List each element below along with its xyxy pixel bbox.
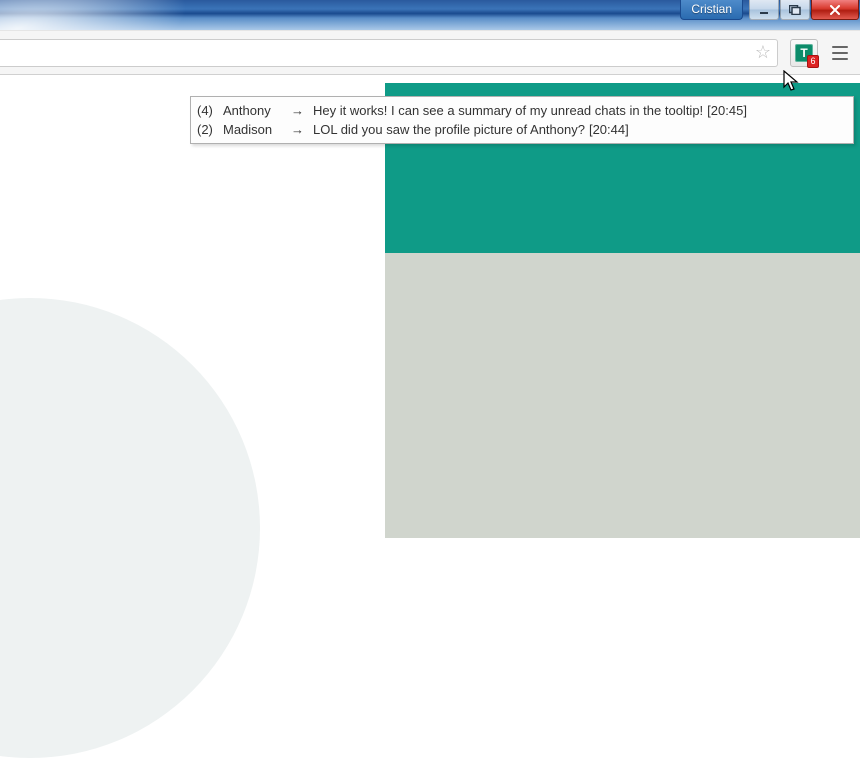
window-controls: Cristian xyxy=(680,0,860,20)
close-button[interactable] xyxy=(811,0,859,20)
page-content xyxy=(0,75,860,538)
chrome-menu-button[interactable] xyxy=(826,39,854,67)
arrow-right-icon: → xyxy=(291,101,309,120)
chrome-user-badge[interactable]: Cristian xyxy=(680,0,743,20)
tooltip-time: [20:44] xyxy=(589,120,629,139)
tooltip-time: [20:45] xyxy=(707,101,747,120)
mouse-cursor-icon xyxy=(783,70,801,99)
hamburger-icon xyxy=(832,46,848,48)
tooltip-row: (4) Anthony → Hey it works! I can see a … xyxy=(197,101,847,120)
right-lower-panel xyxy=(385,253,860,538)
extension-button[interactable]: T 6 xyxy=(790,39,818,67)
tooltip-message: LOL did you saw the profile picture of A… xyxy=(313,120,585,139)
avatar-arc-decoration xyxy=(0,298,260,758)
bookmark-star-icon[interactable]: ☆ xyxy=(755,42,771,63)
address-bar[interactable]: ☆ xyxy=(0,39,778,67)
window-titlebar: Cristian xyxy=(0,0,860,30)
unread-chats-tooltip: (4) Anthony → Hey it works! I can see a … xyxy=(190,96,854,144)
tooltip-row: (2) Madison → LOL did you saw the profil… xyxy=(197,120,847,139)
tooltip-count: (4) xyxy=(197,101,219,120)
extension-badge: 6 xyxy=(807,55,819,68)
arrow-right-icon: → xyxy=(291,120,309,139)
tooltip-sender: Anthony xyxy=(223,101,287,120)
browser-toolbar: ☆ T 6 xyxy=(0,30,860,75)
left-panel xyxy=(0,83,385,538)
tooltip-count: (2) xyxy=(197,120,219,139)
maximize-button[interactable] xyxy=(780,0,810,20)
tooltip-message: Hey it works! I can see a summary of my … xyxy=(313,101,703,120)
minimize-button[interactable] xyxy=(749,0,779,20)
tooltip-sender: Madison xyxy=(223,120,287,139)
